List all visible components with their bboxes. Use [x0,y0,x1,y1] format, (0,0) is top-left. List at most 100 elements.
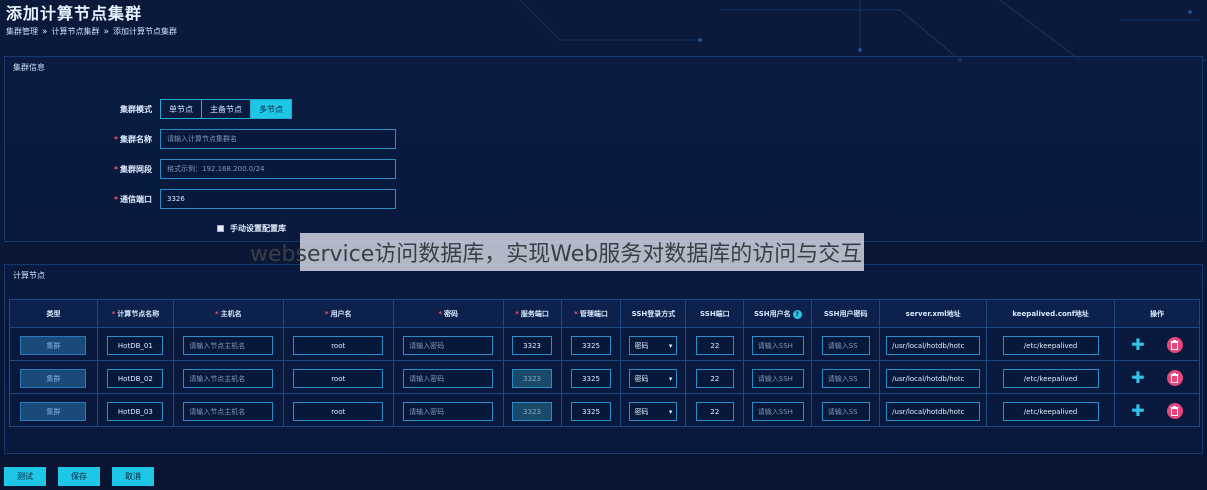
delete-row-icon[interactable] [1166,369,1183,386]
password-input[interactable]: 请输入密码 [403,369,494,389]
ssh-password-input[interactable]: 请输入SS [821,336,870,356]
username-input[interactable]: root [293,336,384,356]
manage-port-input[interactable]: 3325 [571,402,611,422]
breadcrumb: 集群管理 » 计算节点集群 » 添加计算节点集群 [6,26,177,37]
col-username: 用户名 [330,309,352,318]
delete-row-icon[interactable] [1166,336,1183,353]
node-type-button[interactable]: 集群 [20,402,87,422]
col-password: 密码 [443,309,458,318]
keepalived-input[interactable]: /etc/keepalived [1002,402,1099,422]
footer-actions: 测试 保存 取消 [4,467,154,486]
hostname-input[interactable]: 请输入节点主机名 [183,402,274,422]
cluster-name-label: 集群名称 [120,134,152,144]
ssh-port-input[interactable]: 22 [695,369,734,389]
compute-nodes-panel: 计算节点 类型 * 计算节点名称 * 主机名 * 用户名 * 密码 * 服务端口 * 管理端… [4,264,1203,454]
service-port-input[interactable]: 3323 [512,402,553,422]
page-title: 添加计算节点集群 [6,4,143,23]
hostname-input[interactable]: 请输入节点主机名 [183,336,274,356]
cancel-button[interactable]: 取消 [112,467,154,486]
ssh-port-input[interactable]: 22 [695,336,734,356]
service-port-input[interactable]: 3323 [512,336,553,356]
test-button[interactable]: 测试 [4,467,46,486]
keepalived-input[interactable]: /etc/keepalived [1002,336,1099,356]
table-row: 集群 HotDB_01 请输入节点主机名 root 请输入密码 3323 332… [9,327,1200,361]
col-type: 类型 [9,299,98,328]
watermark-caption: webservice访问数据库，实现Web服务对数据库的访问与交互 [250,233,865,271]
username-input[interactable]: root [293,369,384,389]
delete-row-icon[interactable] [1166,402,1183,419]
table-row: 集群 HotDB_03 请输入节点主机名 root 请输入密码 3323 332… [9,393,1200,427]
ssh-password-input[interactable]: 请输入SS [821,369,870,389]
cluster-mode-segmented: 单节点 主备节点 多节点 [160,99,292,119]
password-input[interactable]: 请输入密码 [403,336,494,356]
node-name-input[interactable]: HotDB_01 [107,336,164,356]
cluster-mode-label: 集群模式 [120,104,152,114]
caret-down-icon: ▾ [668,341,673,350]
col-node-name: 计算节点名称 [117,309,160,318]
manage-port-input[interactable]: 3325 [571,336,611,356]
breadcrumb-separator-icon: » [42,26,48,37]
cluster-network-input[interactable]: 格式示例：192.168.200.0/24 [160,159,396,179]
col-service-port: 服务端口 [520,309,549,318]
col-ssh-password: SSH用户密码 [811,299,881,328]
password-input[interactable]: 请输入密码 [403,402,494,422]
breadcrumb-item-current: 添加计算节点集群 [113,27,178,36]
ssh-user-input[interactable]: 请输入SSH [751,369,804,389]
add-row-icon[interactable]: ✚ [1131,402,1144,419]
table-header-row: 类型 * 计算节点名称 * 主机名 * 用户名 * 密码 * 服务端口 * 管理端口 SSH… [9,299,1200,328]
cluster-network-label: 集群网段 [120,164,152,174]
col-server-xml: server.xml地址 [879,299,988,328]
manage-port-input[interactable]: 3325 [571,369,611,389]
add-row-icon[interactable]: ✚ [1131,369,1144,386]
ssh-login-select[interactable]: 密码 ▾ [629,402,678,422]
ssh-user-input[interactable]: 请输入SSH [751,402,804,422]
node-name-input[interactable]: HotDB_02 [107,369,164,389]
cluster-info-panel: 集群信息 集群模式 单节点 主备节点 多节点 * 集群名称 请输入计算节点集群名 … [4,56,1203,242]
ssh-login-select[interactable]: 密码 ▾ [629,336,678,356]
ssh-password-input[interactable]: 请输入SS [821,402,870,422]
add-row-icon[interactable]: ✚ [1131,336,1144,353]
communication-port-input[interactable]: 3326 [160,189,396,209]
node-name-input[interactable]: HotDB_03 [107,402,164,422]
server-xml-input[interactable]: /usr/local/hotdb/hotc [886,402,981,422]
watermark-text: webservice访问数据库，实现Web服务对数据库的访问与交互 [250,242,863,267]
keepalived-input[interactable]: /etc/keepalived [1002,369,1099,389]
cluster-mode-row: 集群模式 单节点 主备节点 多节点 [40,99,292,119]
ssh-login-value: 密码 [634,374,649,383]
required-mark: * [113,134,118,144]
hostname-input[interactable]: 请输入节点主机名 [183,369,274,389]
manual-config-db-label: 手动设置配置库 [230,224,286,233]
col-ssh-port: SSH端口 [685,299,745,328]
ssh-login-value: 密码 [634,341,649,350]
panel-heading: 集群信息 [13,62,45,72]
compute-nodes-table: 类型 * 计算节点名称 * 主机名 * 用户名 * 密码 * 服务端口 * 管理端口 SSH… [9,299,1200,427]
mode-single-button[interactable]: 单节点 [161,100,202,118]
breadcrumb-item[interactable]: 集群管理 [6,26,38,37]
col-actions: 操作 [1114,299,1200,328]
help-icon[interactable]: ? [792,309,802,319]
username-input[interactable]: root [293,402,384,422]
col-ssh-user: SSH用户名 [753,309,791,318]
node-type-button[interactable]: 集群 [20,369,87,389]
caret-down-icon: ▾ [668,374,673,383]
manual-config-db-row: 手动设置配置库 [217,223,286,234]
mode-multi-button[interactable]: 多节点 [251,100,291,118]
communication-port-label: 通信端口 [120,194,152,204]
server-xml-input[interactable]: /usr/local/hotdb/hotc [886,336,981,356]
table-row: 集群 HotDB_02 请输入节点主机名 root 请输入密码 3323 332… [9,360,1200,394]
ssh-login-select[interactable]: 密码 ▾ [629,369,678,389]
mode-master-slave-button[interactable]: 主备节点 [202,100,251,118]
caret-down-icon: ▾ [668,407,673,416]
manual-config-db-checkbox[interactable] [217,225,224,232]
breadcrumb-item[interactable]: 计算节点集群 [52,26,100,37]
service-port-input[interactable]: 3323 [512,369,553,389]
cluster-name-input[interactable]: 请输入计算节点集群名 [160,129,396,149]
col-ssh-login: SSH登录方式 [620,299,687,328]
server-xml-input[interactable]: /usr/local/hotdb/hotc [886,369,981,389]
communication-port-row: * 通信端口 3326 [40,189,396,209]
col-hostname: 主机名 [220,309,242,318]
node-type-button[interactable]: 集群 [20,336,87,356]
save-button[interactable]: 保存 [58,467,100,486]
ssh-user-input[interactable]: 请输入SSH [751,336,804,356]
ssh-port-input[interactable]: 22 [695,402,734,422]
